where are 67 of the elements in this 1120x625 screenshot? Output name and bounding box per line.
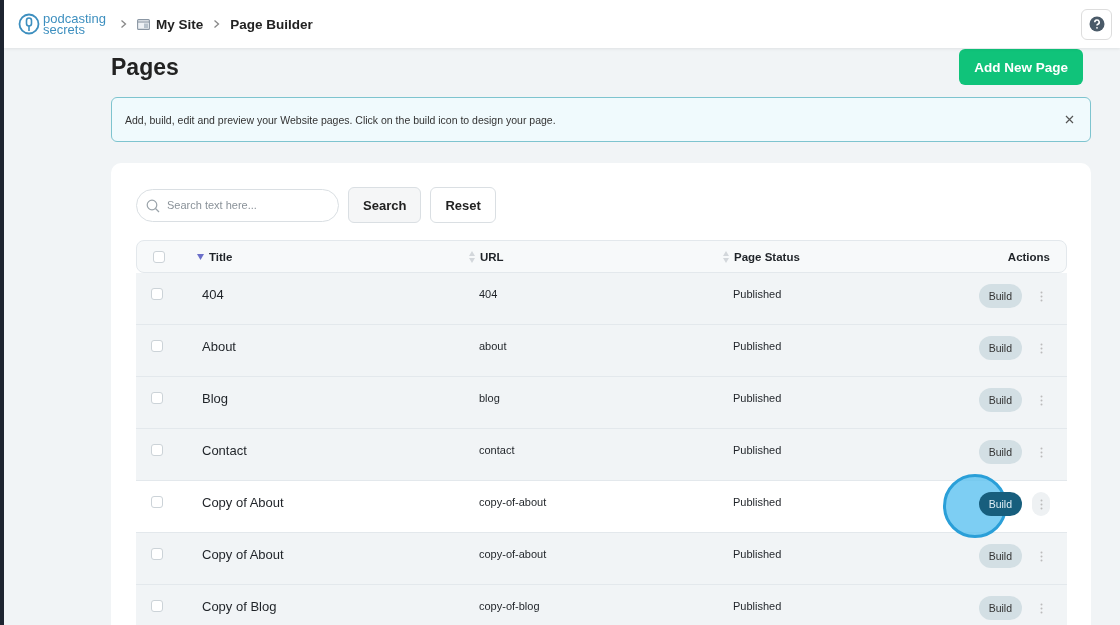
build-button[interactable]: Build: [978, 284, 1022, 308]
status-cell-text: Published: [733, 340, 783, 352]
checkbox[interactable]: [151, 340, 163, 352]
search-icon: [146, 198, 160, 213]
page-title-cell-text: About: [202, 339, 237, 354]
url-cell-text: about: [479, 340, 508, 352]
page-title-cell-text: Blog: [202, 391, 230, 406]
url-cell-text: copy-of-about: [479, 496, 548, 508]
column-header[interactable]: Page Status: [734, 250, 800, 263]
help-icon: [1088, 16, 1105, 32]
status-cell-text: Published: [733, 392, 783, 404]
url-cell-text: contact: [479, 444, 516, 456]
table-row[interactable]: Copy of About copy-of-about Published Build: [136, 533, 1067, 585]
build-button[interactable]: Build: [978, 596, 1022, 620]
page-title-cell-text: Copy of About: [202, 495, 285, 510]
url-cell-text: copy-of-blog: [479, 600, 541, 612]
status-cell-text: Published: [733, 444, 783, 456]
url-cell-text: copy-of-about: [479, 548, 548, 560]
build-button[interactable]: Build: [978, 544, 1022, 568]
page-title-cell-text: Copy of About: [202, 547, 285, 562]
search-button[interactable]: Search: [348, 187, 422, 223]
sort-icon[interactable]: [723, 250, 729, 263]
logo-icon: [18, 13, 40, 35]
table-row[interactable]: About about Published Build: [136, 325, 1067, 377]
checkbox[interactable]: [151, 600, 163, 612]
sort-arrow-icon[interactable]: [197, 253, 204, 260]
checkbox[interactable]: [151, 548, 163, 560]
build-button[interactable]: Build: [978, 388, 1022, 412]
chevron-icon: [119, 19, 127, 29]
window-icon: [136, 18, 150, 30]
checkbox[interactable]: [151, 444, 163, 456]
status-cell-text: Published: [733, 288, 783, 300]
help-button[interactable]: [1081, 8, 1112, 40]
search-field[interactable]: Search text here...: [136, 188, 339, 222]
url-cell-text: blog: [479, 392, 501, 404]
checkbox[interactable]: [151, 496, 163, 508]
status-cell-text: Published: [733, 600, 783, 612]
build-button[interactable]: Build: [978, 492, 1022, 516]
checkbox[interactable]: [151, 288, 163, 300]
table-row[interactable]: Blog blog Published Build: [136, 377, 1067, 429]
column-header[interactable]: URL: [480, 250, 504, 263]
logo-text: podcasting: [43, 13, 106, 24]
checkbox[interactable]: [153, 250, 165, 263]
breadcrumb-link[interactable]: My Site: [155, 16, 204, 32]
status-cell-text: Published: [733, 496, 783, 508]
column-header[interactable]: Title: [209, 250, 233, 263]
build-button[interactable]: Build: [978, 336, 1022, 360]
checkbox[interactable]: [151, 392, 163, 404]
page-title: Pages: [111, 53, 179, 81]
breadcrumb-link[interactable]: Page Builder: [230, 16, 313, 32]
table-row[interactable]: Contact contact Published Build: [136, 429, 1067, 481]
status-cell-text: Published: [733, 548, 783, 560]
build-button[interactable]: Build: [978, 440, 1022, 464]
banner-text: Add, build, edit and preview your Website pages. Click on the build icon to design your page.: [125, 113, 556, 126]
page-title-cell-text: Copy of Blog: [202, 599, 278, 614]
logo-text: secrets: [43, 24, 85, 35]
table-row[interactable]: 404 404 Published Build: [136, 273, 1067, 325]
column-header: Actions: [1007, 250, 1050, 263]
page-title-cell-text: 404: [202, 287, 225, 302]
chevron-icon: [213, 19, 221, 29]
sort-icon[interactable]: [469, 250, 475, 263]
table-row[interactable]: Copy of Blog copy-of-blog Published Build: [136, 585, 1067, 625]
url-cell-text: 404: [479, 288, 499, 300]
more-icon[interactable]: [1032, 492, 1050, 516]
reset-button[interactable]: Reset: [430, 187, 496, 223]
close-icon[interactable]: [1063, 113, 1076, 126]
page-title-cell-text: Contact: [202, 443, 248, 458]
